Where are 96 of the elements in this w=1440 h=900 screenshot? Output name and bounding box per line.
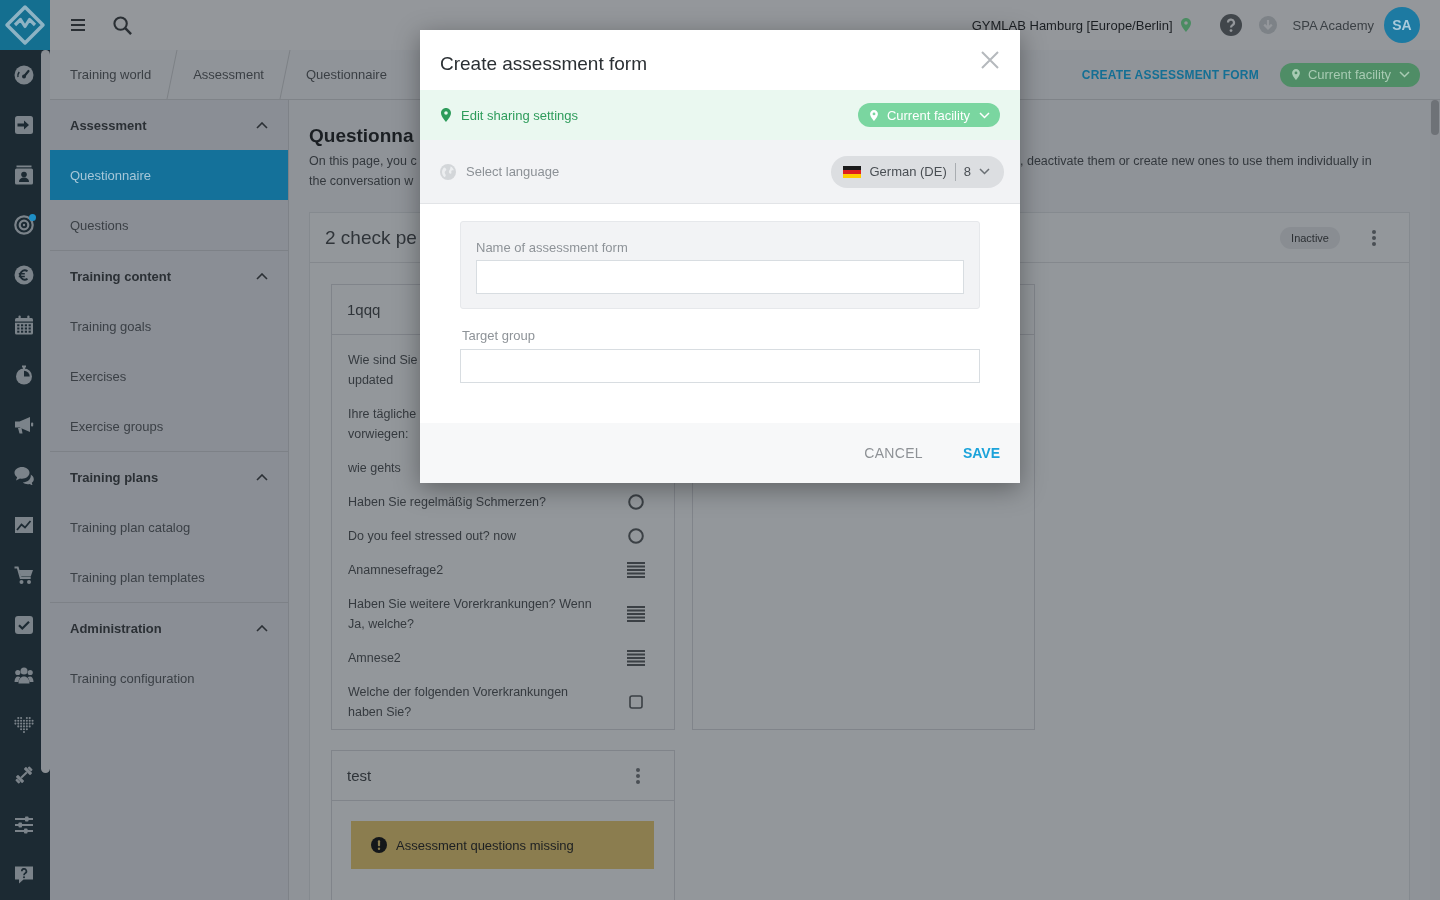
question-text: Wie sind Sie xyxy=(348,352,418,369)
euro-icon[interactable] xyxy=(14,265,34,285)
question-text: Haben Sie weitere Vorerkrankungen? Wenn xyxy=(348,596,592,613)
cancel-button[interactable]: CANCEL xyxy=(864,445,923,461)
help-icon[interactable] xyxy=(1219,14,1242,36)
target-icon[interactable] xyxy=(14,215,34,235)
section-header[interactable]: Training content xyxy=(50,251,288,301)
chat-bubbles-icon[interactable] xyxy=(14,465,34,485)
section-header[interactable]: Assessment xyxy=(50,100,288,150)
chevron-down-icon xyxy=(979,168,990,175)
scrollbar-thumb[interactable] xyxy=(1431,100,1439,135)
sidebar-item[interactable]: Training plan catalog xyxy=(50,502,288,552)
language-select[interactable]: German (DE) 8 xyxy=(831,155,1004,188)
location-pin-icon xyxy=(441,108,451,122)
kebab-menu-icon[interactable] xyxy=(1372,229,1376,246)
sharing-settings-link[interactable]: Edit sharing settings xyxy=(461,107,579,123)
text-input[interactable] xyxy=(476,260,964,294)
diamond-logo-icon[interactable] xyxy=(0,0,50,50)
sidebar-item[interactable]: Training configuration xyxy=(50,653,288,703)
sidebar-item[interactable]: Training plan templates xyxy=(50,552,288,602)
form-title: test xyxy=(347,767,372,784)
facility-scope-dropdown[interactable]: Current facility xyxy=(1279,62,1420,87)
question-text: wie gehts xyxy=(348,460,401,477)
text-lines-icon xyxy=(627,606,645,622)
question-text: Ja, welche? xyxy=(348,616,414,633)
people-group-icon[interactable] xyxy=(14,665,34,685)
facility-name[interactable]: GYMLAB Hamburg [Europe/Berlin] xyxy=(971,17,1173,33)
question-text: Ihre tägliche xyxy=(348,406,417,423)
question-text: Amnese2 xyxy=(348,650,401,667)
chevron-down-icon xyxy=(979,111,990,119)
stopwatch-icon[interactable] xyxy=(14,365,34,385)
kebab-menu-icon[interactable] xyxy=(636,767,640,784)
menu-icon[interactable] xyxy=(71,19,85,31)
field-label: Name of assessment form xyxy=(476,239,628,257)
facility-scope-dropdown[interactable]: Current facility xyxy=(857,103,1000,127)
circle-icon xyxy=(628,494,644,510)
search-icon[interactable] xyxy=(113,15,132,35)
location-pin-icon xyxy=(869,109,878,121)
megaphone-icon[interactable] xyxy=(14,415,34,435)
sign-in-icon[interactable] xyxy=(14,115,34,135)
form-title: 1qqq xyxy=(347,301,381,318)
sidebar-item[interactable]: Exercise groups xyxy=(50,401,288,451)
cart-icon[interactable] xyxy=(14,565,34,585)
section-header[interactable]: Training plans xyxy=(50,452,288,502)
question-text: Haben Sie regelmäßig Schmerzen? xyxy=(348,494,547,511)
checkbox-icon[interactable] xyxy=(14,615,34,635)
create-form-link[interactable]: CREATE ASSESSMENT FORM xyxy=(1081,67,1259,82)
question-text: Do you feel stressed out? now xyxy=(348,528,517,545)
user-name[interactable]: SPA Academy xyxy=(1292,17,1374,33)
question-text: haben Sie? xyxy=(348,704,412,721)
language-count: 8 xyxy=(963,164,971,179)
sliders-icon[interactable] xyxy=(14,815,34,835)
contact-card-icon[interactable] xyxy=(14,165,34,185)
breadcrumb-link[interactable]: Training world xyxy=(70,67,152,82)
intro-text: the conversation w xyxy=(309,173,414,190)
question-text: Welche der folgenden Vorerkrankungen xyxy=(348,684,569,701)
sidebar-item[interactable]: Exercises xyxy=(50,351,288,401)
flag-icon xyxy=(843,165,862,178)
intro-text: On this page, you c xyxy=(309,153,417,170)
status-badge: Inactive xyxy=(1280,226,1340,249)
text-input[interactable] xyxy=(460,349,980,383)
dotted-heart-icon[interactable] xyxy=(14,715,34,735)
text-lines-icon xyxy=(627,562,645,578)
intro-text: , deactivate them or create new ones to use them individually in xyxy=(1020,153,1372,170)
field-label: Target group xyxy=(462,327,535,345)
sidebar-item[interactable]: Questionnaire xyxy=(50,150,288,200)
section-header[interactable]: Administration xyxy=(50,603,288,653)
help-bubble-icon[interactable] xyxy=(14,865,34,885)
circle-icon xyxy=(628,528,644,544)
avatar[interactable]: SA xyxy=(1384,7,1420,43)
dumbbell-icon[interactable] xyxy=(14,765,34,785)
chart-icon[interactable] xyxy=(14,515,34,535)
gauge-icon[interactable] xyxy=(14,65,34,85)
language-label: Select language xyxy=(466,164,560,179)
text-lines-icon xyxy=(627,650,645,666)
location-pin-icon xyxy=(1180,18,1191,32)
breadcrumb-link[interactable]: Assessment xyxy=(193,67,264,82)
page-title: Questionna xyxy=(309,124,414,148)
location-pin-icon xyxy=(1291,69,1300,80)
sidebar-item[interactable]: Questions xyxy=(50,200,288,250)
dialog-title: Create assessment form xyxy=(440,53,647,75)
exclamation-icon xyxy=(371,837,387,853)
scrollbar-thumb[interactable] xyxy=(41,50,50,773)
save-button[interactable]: SAVE xyxy=(962,445,1000,461)
scrollbar-track[interactable] xyxy=(1430,100,1440,900)
question-text: Anamnesefrage2 xyxy=(348,562,444,579)
sidebar-item[interactable]: Training goals xyxy=(50,301,288,351)
questionnaire-title: 2 check pe xyxy=(325,226,417,249)
chevron-down-icon xyxy=(1399,71,1410,78)
square-icon xyxy=(629,695,643,709)
globe-icon xyxy=(440,163,456,180)
question-text: vorwiegen: xyxy=(348,426,409,443)
breadcrumb-link[interactable]: Questionnaire xyxy=(306,67,387,82)
warning-text: Assessment questions missing xyxy=(396,837,574,853)
question-text: updated xyxy=(348,372,394,389)
calendar-icon[interactable] xyxy=(14,315,34,335)
